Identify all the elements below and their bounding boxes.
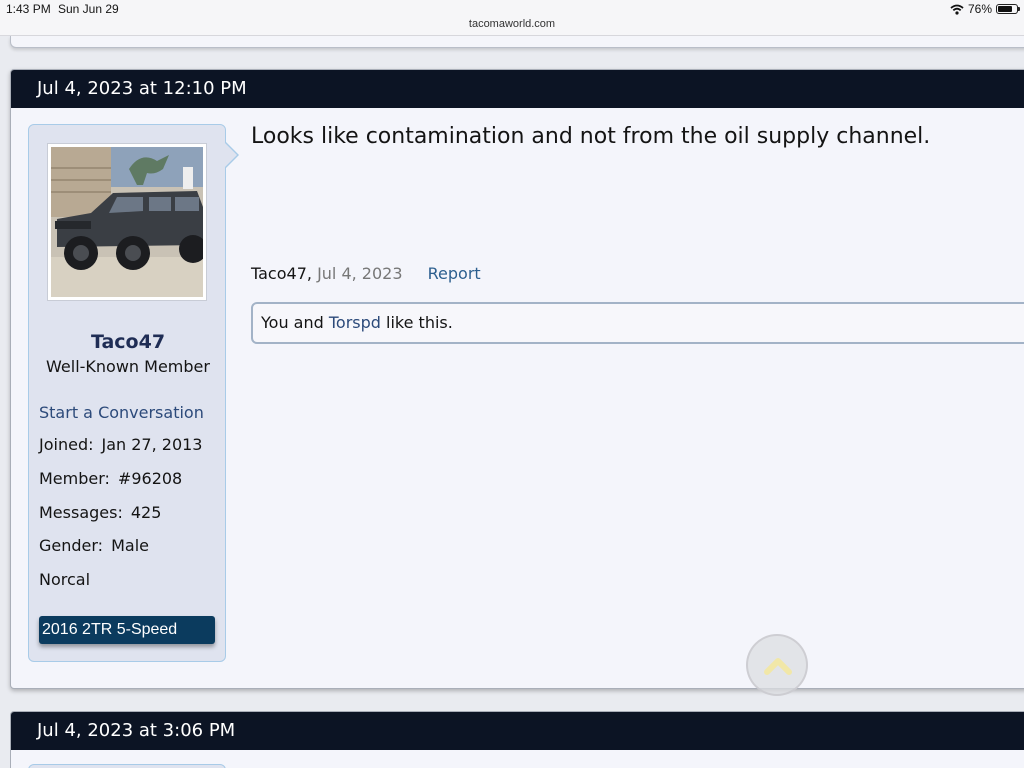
stat-value: #96208	[117, 469, 183, 488]
truck-photo	[51, 147, 203, 297]
post-author-link[interactable]: Taco47,	[251, 264, 312, 283]
next-user-info-panel	[28, 764, 226, 768]
user-info-panel: Taco47 Well-Known Member Start a Convers…	[28, 124, 239, 662]
scroll-to-top-button[interactable]	[746, 634, 808, 696]
username[interactable]: Taco47	[29, 331, 227, 353]
chevron-up-icon	[764, 658, 792, 675]
previous-post-edge	[10, 36, 1024, 48]
stat-value: 425	[130, 503, 162, 522]
stat-messages: Messages: 425	[39, 503, 161, 522]
likes-suffix: like this.	[386, 313, 453, 332]
next-post-timestamp-header: Jul 4, 2023 at 3:06 PM	[11, 712, 1024, 750]
stat-value: Jan 27, 2013	[101, 435, 203, 454]
wifi-icon	[950, 4, 964, 15]
post-date-link[interactable]: Jul 4, 2023	[317, 264, 402, 283]
stat-value: Male	[111, 536, 149, 555]
stat-member: Member: #96208	[39, 469, 182, 488]
report-link[interactable]: Report	[428, 264, 481, 283]
battery-icon	[996, 4, 1020, 14]
stat-label: Joined:	[39, 435, 94, 454]
post-timestamp: Jul 4, 2023 at 12:10 PM	[37, 78, 247, 99]
forum-post: Jul 4, 2023 at 12:10 PM Taco47 Well-Know…	[10, 69, 1024, 689]
post-timestamp-header: Jul 4, 2023 at 12:10 PM	[11, 70, 1024, 108]
stat-joined: Joined: Jan 27, 2013	[39, 435, 202, 454]
stat-label: Messages:	[39, 503, 123, 522]
post-message: Looks like contamination and not from th…	[251, 124, 931, 149]
battery-percent: 76%	[967, 2, 992, 16]
likes-summary: You and Torspd like this.	[251, 302, 1024, 344]
status-date: Sun Jun 29	[58, 2, 119, 16]
avatar[interactable]	[47, 143, 207, 301]
status-indicators: 76%	[950, 2, 1020, 16]
start-conversation-link[interactable]: Start a Conversation	[39, 403, 204, 422]
stat-label: Gender:	[39, 536, 104, 555]
post-meta: Taco47, Jul 4, 2023 Report	[251, 264, 481, 283]
address-bar-url[interactable]: tacomaworld.com	[0, 18, 1024, 30]
user-title: Well-Known Member	[46, 357, 210, 376]
vehicle-badge: 2016 2TR 5-Speed	[39, 616, 215, 644]
likes-prefix: You and	[261, 313, 324, 332]
status-time: 1:43 PM	[6, 2, 51, 16]
stat-gender: Gender: Male	[39, 536, 149, 555]
status-bar: 1:43 PM Sun Jun 29 tacomaworld.com 76%	[0, 0, 1024, 36]
user-location: Norcal	[39, 570, 91, 589]
liker-link[interactable]: Torspd	[329, 313, 381, 332]
next-forum-post: Jul 4, 2023 at 3:06 PM	[10, 711, 1024, 768]
next-post-timestamp: Jul 4, 2023 at 3:06 PM	[37, 720, 236, 741]
stat-label: Member:	[39, 469, 110, 488]
